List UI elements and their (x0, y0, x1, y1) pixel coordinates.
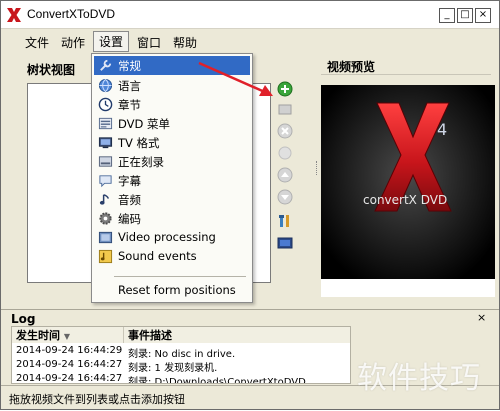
globe-icon (98, 78, 113, 93)
status-text: 拖放视频文件到列表或点击添加按钮 (9, 393, 185, 406)
menu-item-language[interactable]: 语言 (94, 76, 250, 95)
log-title: Log (11, 312, 36, 326)
menu-item-audio[interactable]: 音频 (94, 190, 250, 209)
log-event: 刻录: No disc in drive. (128, 349, 236, 360)
menu-item-general[interactable]: 常规 (94, 56, 250, 75)
preview-toggle-icon[interactable] (277, 235, 293, 251)
menu-item-label: 常规 (118, 59, 141, 73)
menu-item-dvd-menu[interactable]: DVD 菜单 (94, 114, 250, 133)
log-time: 2014-09-24 16:44:29 (16, 345, 123, 356)
move-up-icon[interactable] (277, 167, 293, 183)
settings-menu: 常规 语言 章节 DVD 菜单 TV 格式 正在刻录 字幕 音频 编码 Vide… (91, 53, 253, 303)
minimize-button[interactable]: _ (439, 8, 455, 23)
app-logo-icon (7, 8, 21, 22)
col-time-header[interactable]: 发生时间 ▼ (12, 327, 124, 343)
menu-item-encoding[interactable]: 编码 (94, 209, 250, 228)
log-time: 2014-09-24 16:44:27 (16, 373, 123, 384)
maximize-button[interactable]: □ (457, 8, 473, 23)
menu-item-reset-form-positions[interactable]: Reset form positions (94, 281, 250, 300)
menu-settings[interactable]: 设置 (93, 31, 130, 52)
subtitle-icon (99, 175, 112, 188)
splitter[interactable] (316, 161, 319, 175)
music-note-icon (99, 194, 110, 205)
tree-view-title: 树状视图 (27, 63, 76, 77)
tools-icon[interactable] (277, 213, 293, 229)
remove-icon[interactable] (277, 123, 293, 139)
brand-logo-icon: 4 (321, 85, 495, 285)
dvd-menu-icon (98, 117, 113, 130)
menu-help[interactable]: 帮助 (169, 33, 201, 52)
move-icon[interactable] (277, 145, 293, 161)
log-event: 刻录: D:\Downloads\ConvertXtoDVD... (128, 377, 316, 384)
edit-icon[interactable] (277, 101, 293, 117)
menu-separator (114, 276, 246, 277)
title-bar: ConvertXToDVD _ □ × (1, 1, 499, 29)
preview-header: 视频预览 (321, 57, 491, 75)
version-badge: 4 (437, 120, 447, 139)
log-table: 发生时间 ▼ 事件描述 2014-09-24 16:44:29 刻录: No d… (11, 326, 351, 384)
window-title: ConvertXToDVD (27, 7, 116, 21)
log-time: 2014-09-24 16:44:27 (16, 359, 123, 370)
menu-item-label: 音频 (118, 193, 141, 207)
menu-item-label: 正在刻录 (118, 155, 164, 169)
brand-text: convertX DVD (363, 193, 448, 207)
app-window: ConvertXToDVD _ □ × 文件 动作 设置 窗口 帮助 树状视图 (0, 0, 500, 410)
menu-item-tv-format[interactable]: TV 格式 (94, 133, 250, 152)
menu-item-label: 章节 (118, 98, 141, 112)
menu-item-label: 语言 (118, 79, 141, 93)
menu-bar: 文件 动作 设置 窗口 帮助 (1, 30, 499, 52)
close-button[interactable]: × (475, 8, 491, 23)
gear-icon (99, 212, 112, 225)
menu-item-video-processing[interactable]: Video processing (94, 228, 250, 247)
menu-item-label: 编码 (118, 212, 141, 226)
col-event-label: 事件描述 (128, 329, 172, 342)
col-event-header[interactable]: 事件描述 (124, 327, 350, 343)
sort-arrow-icon: ▼ (63, 332, 70, 341)
burn-icon (98, 156, 113, 167)
wrench-icon (100, 59, 112, 71)
menu-item-chapters[interactable]: 章节 (94, 95, 250, 114)
menu-item-burning[interactable]: 正在刻录 (94, 152, 250, 171)
watermark-text: 软件技巧 (357, 361, 481, 396)
tv-icon (98, 137, 113, 149)
menu-file[interactable]: 文件 (21, 33, 53, 52)
add-icon[interactable] (277, 81, 293, 97)
menu-item-sound-events[interactable]: Sound events (94, 247, 250, 266)
log-close-button[interactable]: × (477, 311, 486, 324)
menu-item-label: DVD 菜单 (118, 117, 171, 131)
video-processing-icon (98, 231, 113, 244)
menu-item-label: Video processing (118, 230, 216, 244)
menu-item-label: Reset form positions (118, 283, 236, 297)
col-time-label: 发生时间 (16, 329, 60, 342)
menu-window[interactable]: 窗口 (133, 33, 165, 52)
move-down-icon[interactable] (277, 189, 293, 205)
menu-item-label: Sound events (118, 249, 197, 263)
preview-timeline[interactable] (321, 279, 495, 297)
log-header: Log (1, 309, 499, 327)
log-event: 刻录: 1 发现刻录机. (128, 363, 218, 374)
menu-item-label: 字幕 (118, 174, 141, 188)
preview-title: 视频预览 (327, 60, 376, 74)
sound-events-icon (98, 249, 113, 264)
menu-item-label: TV 格式 (118, 136, 160, 150)
menu-item-subtitles[interactable]: 字幕 (94, 171, 250, 190)
menu-action[interactable]: 动作 (57, 33, 89, 52)
clock-icon (98, 97, 113, 112)
video-preview: 4 convertX DVD (321, 85, 495, 285)
